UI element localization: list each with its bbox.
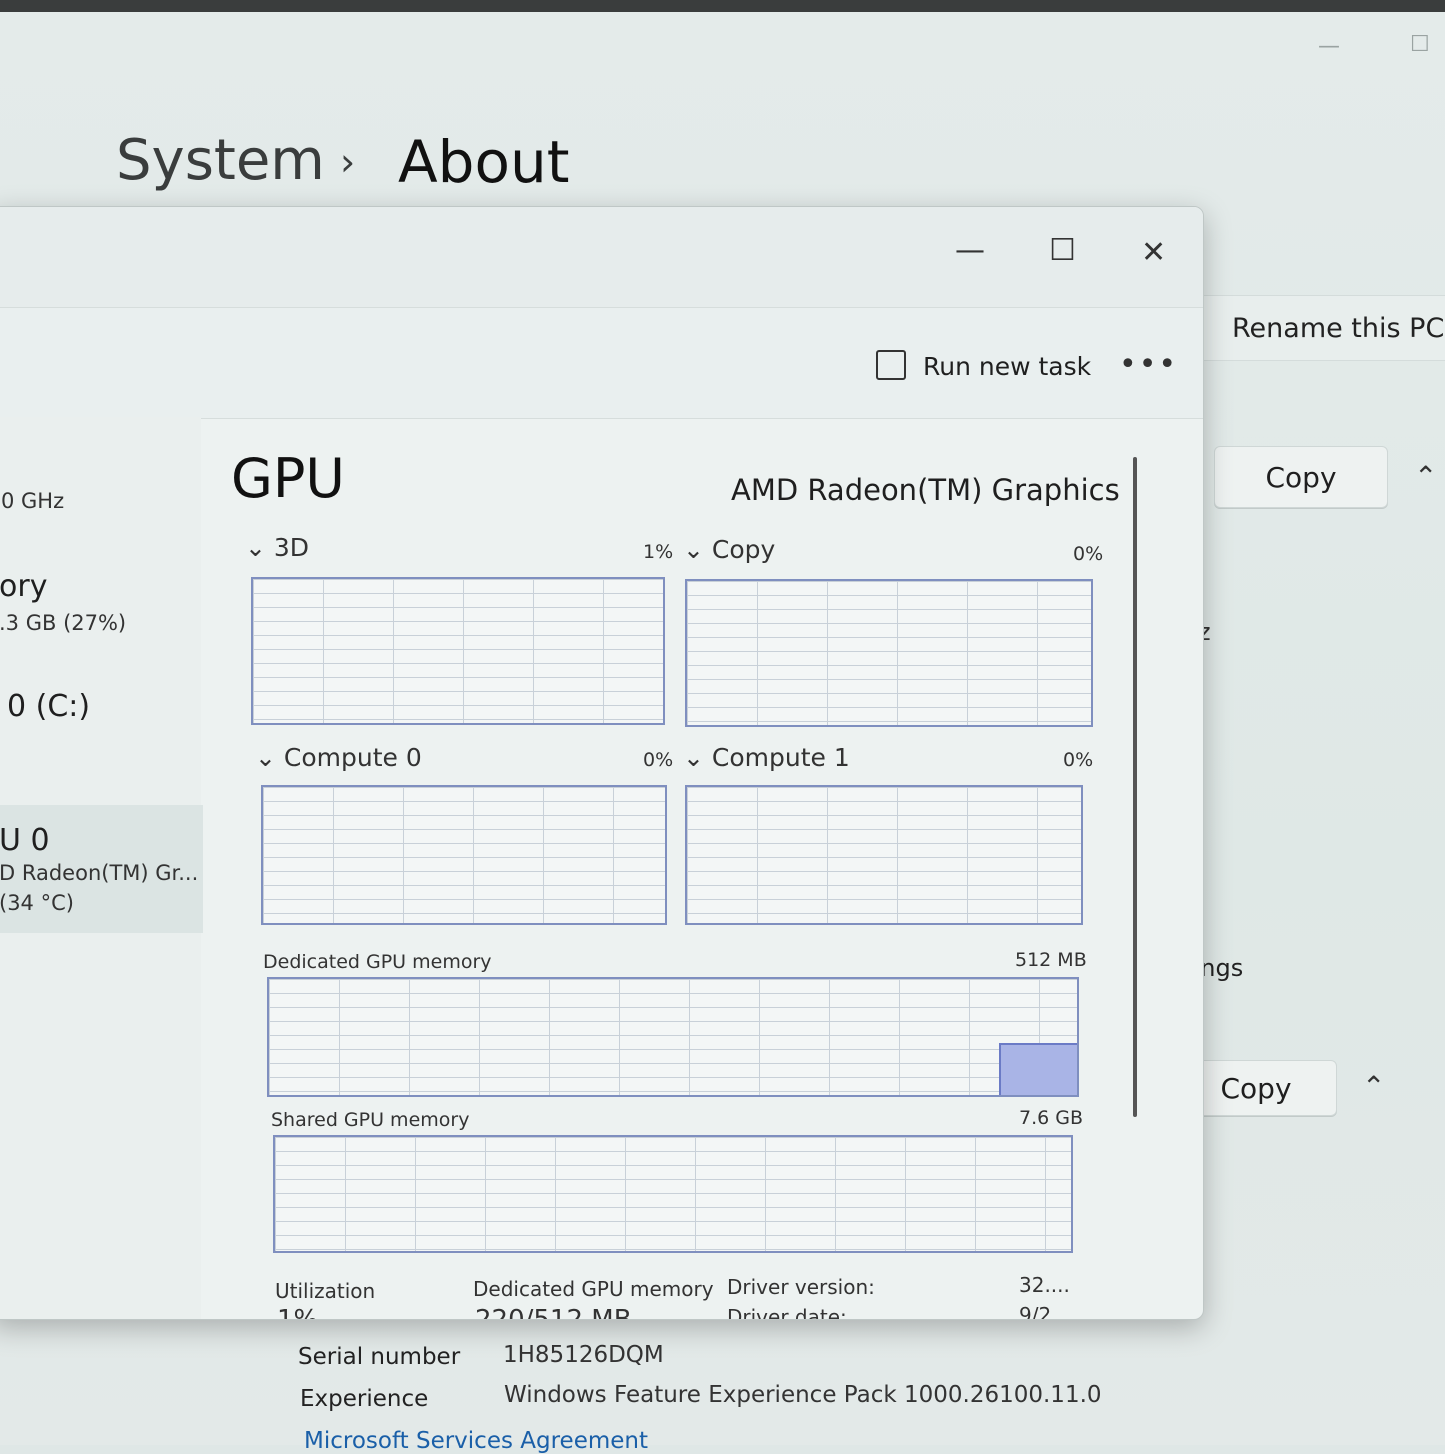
engine-dropdown-3d[interactable]: ⌄ 3D [245,533,309,562]
experience-label: Experience [300,1386,429,1412]
driver-date-value: 9/2 [1019,1303,1052,1320]
driver-version-value: 32.... [1019,1273,1070,1297]
engine-percent: 0% [643,749,674,771]
engine-percent: 0% [1063,749,1094,771]
graph-3d [251,577,665,725]
screen-top-edge [0,0,1445,12]
dedicated-memory-fill [999,1043,1077,1095]
page-title: About [398,128,570,196]
engine-label: 3D [273,533,310,562]
engine-label: Compute 1 [711,743,850,772]
utilization-value: 1% [277,1305,319,1320]
gpu-sidebar-title: U 0 [0,823,50,858]
gpu-title: GPU [231,447,345,510]
engine-percent: 0% [1073,543,1104,565]
experience-value: Windows Feature Experience Pack 1000.261… [504,1382,1102,1408]
graph-compute-1 [685,785,1083,925]
cpu-speed-text: 0 GHz [1,489,65,513]
graph-dedicated-memory [267,977,1079,1097]
settings-minimize-button[interactable]: — [1318,34,1340,59]
tm-minimize-button[interactable]: — [955,233,985,268]
engine-dropdown-copy[interactable]: ⌄ Copy [683,535,775,564]
dedicated-memory-max: 512 MB [1015,949,1087,971]
graph-shared-memory [273,1135,1073,1253]
settings-maximize-button[interactable]: ☐ [1410,32,1430,57]
driver-date-label: Driver date: [727,1305,847,1320]
memory-value: .3 GB (27%) [0,611,127,635]
dedicated-memory-detail-label: Dedicated GPU memory [473,1277,714,1301]
serial-number-label: Serial number [298,1344,461,1370]
rename-pc-button[interactable]: Rename this PC [1232,313,1444,344]
utilization-label: Utilization [275,1279,376,1303]
shared-memory-max: 7.6 GB [1019,1107,1084,1129]
engine-label: Compute 0 [283,743,422,772]
services-agreement-link[interactable]: Microsoft Services Agreement [304,1428,648,1454]
disk-title[interactable]: 0 (C:) [7,689,90,724]
driver-version-label: Driver version: [727,1275,875,1299]
breadcrumb-system[interactable]: System [116,128,325,193]
run-task-icon[interactable] [876,350,906,380]
tm-maximize-button[interactable]: ☐ [1049,233,1076,268]
breadcrumb-chevron-icon: › [340,140,356,184]
run-new-task-button[interactable]: Run new task [923,352,1091,381]
gpu-sidebar-temp: (34 °C) [0,891,74,915]
copy-device-specs-button[interactable]: Copy [1214,446,1388,508]
serial-number-value: 1H85126DQM [503,1342,664,1368]
task-manager-titlebar [0,207,1203,307]
graph-compute-0 [261,785,667,925]
engine-dropdown-compute-1[interactable]: ⌄ Compute 1 [683,743,850,772]
engine-label: Copy [711,535,776,564]
graph-copy [685,579,1093,727]
chevron-up-icon[interactable]: ⌃ [1362,1070,1385,1103]
shared-memory-label: Shared GPU memory [271,1109,470,1131]
scrollbar[interactable] [1133,457,1137,1117]
tm-close-button[interactable]: ✕ [1141,235,1166,270]
task-manager-window: — ☐ ✕ Run new task ••• 0 GHz ory .3 GB (… [0,206,1204,1320]
more-options-button[interactable]: ••• [1119,347,1178,382]
dedicated-memory-value: 220/512 MB [475,1305,632,1320]
memory-title[interactable]: ory [0,569,47,604]
engine-percent: 1% [643,541,674,563]
chevron-up-icon[interactable]: ⌃ [1414,460,1437,493]
engine-dropdown-compute-0[interactable]: ⌄ Compute 0 [255,743,422,772]
gpu-sidebar-name: D Radeon(TM) Gr... [0,861,199,885]
dedicated-memory-label: Dedicated GPU memory [263,951,492,973]
gpu-name: AMD Radeon(TM) Graphics [731,473,1120,507]
